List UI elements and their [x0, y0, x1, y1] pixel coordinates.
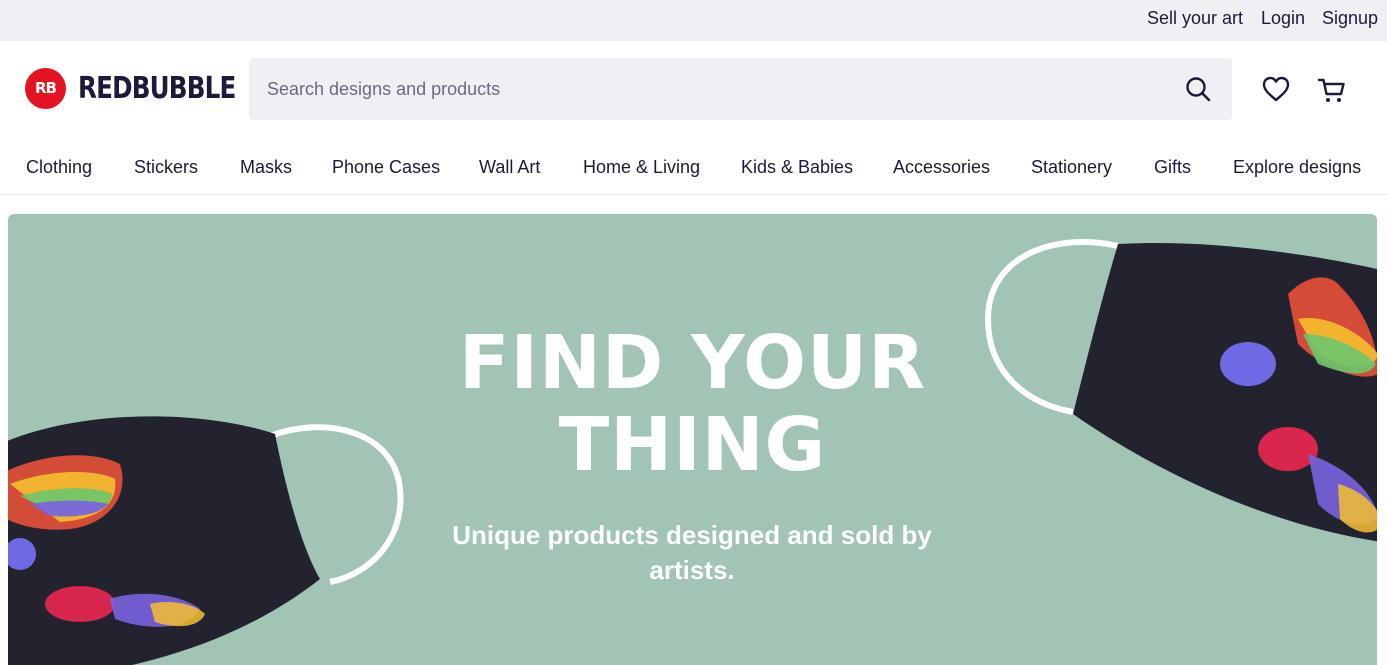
hero-subtitle: Unique products designed and sold by art…	[452, 520, 932, 585]
login-link[interactable]: Login	[1261, 8, 1305, 29]
hero-title-line-2: THING	[558, 402, 827, 488]
nav-item-stationery[interactable]: Stationery	[1031, 157, 1112, 178]
utility-bar: Sell your art Login Signup	[0, 0, 1387, 41]
logo-wordmark: REDBUBBLE	[78, 70, 236, 106]
hero-title-line-1: FIND YOUR	[458, 320, 927, 406]
nav-item-home-living[interactable]: Home & Living	[583, 157, 700, 178]
cart-icon[interactable]	[1317, 75, 1347, 105]
category-nav: Clothing Stickers Masks Phone Cases Wall…	[0, 137, 1387, 195]
nav-item-gifts[interactable]: Gifts	[1154, 157, 1191, 178]
nav-item-phone-cases[interactable]: Phone Cases	[332, 157, 440, 178]
hero-title: FIND YOUR THING	[8, 322, 1377, 486]
nav-item-kids-babies[interactable]: Kids & Babies	[741, 157, 853, 178]
signup-link[interactable]: Signup	[1322, 8, 1378, 29]
redbubble-logo[interactable]: RB REDBUBBLE	[25, 67, 270, 109]
search-icon[interactable]	[1184, 75, 1214, 105]
nav-item-accessories[interactable]: Accessories	[893, 157, 990, 178]
nav-item-stickers[interactable]: Stickers	[134, 157, 198, 178]
heart-icon[interactable]	[1261, 75, 1291, 103]
hero-banner[interactable]: FIND YOUR THING Unique products designed…	[8, 214, 1377, 665]
sell-your-art-link[interactable]: Sell your art	[1147, 8, 1243, 29]
nav-item-wall-art[interactable]: Wall Art	[479, 157, 540, 178]
search-bar	[249, 58, 1232, 120]
nav-item-explore-designs[interactable]: Explore designs	[1233, 157, 1361, 178]
search-input[interactable]	[249, 58, 1169, 120]
nav-item-masks[interactable]: Masks	[240, 157, 292, 178]
nav-item-clothing[interactable]: Clothing	[26, 157, 92, 178]
redbubble-logo-mark: RB	[25, 67, 66, 109]
header: RB REDBUBBLE	[0, 41, 1387, 137]
